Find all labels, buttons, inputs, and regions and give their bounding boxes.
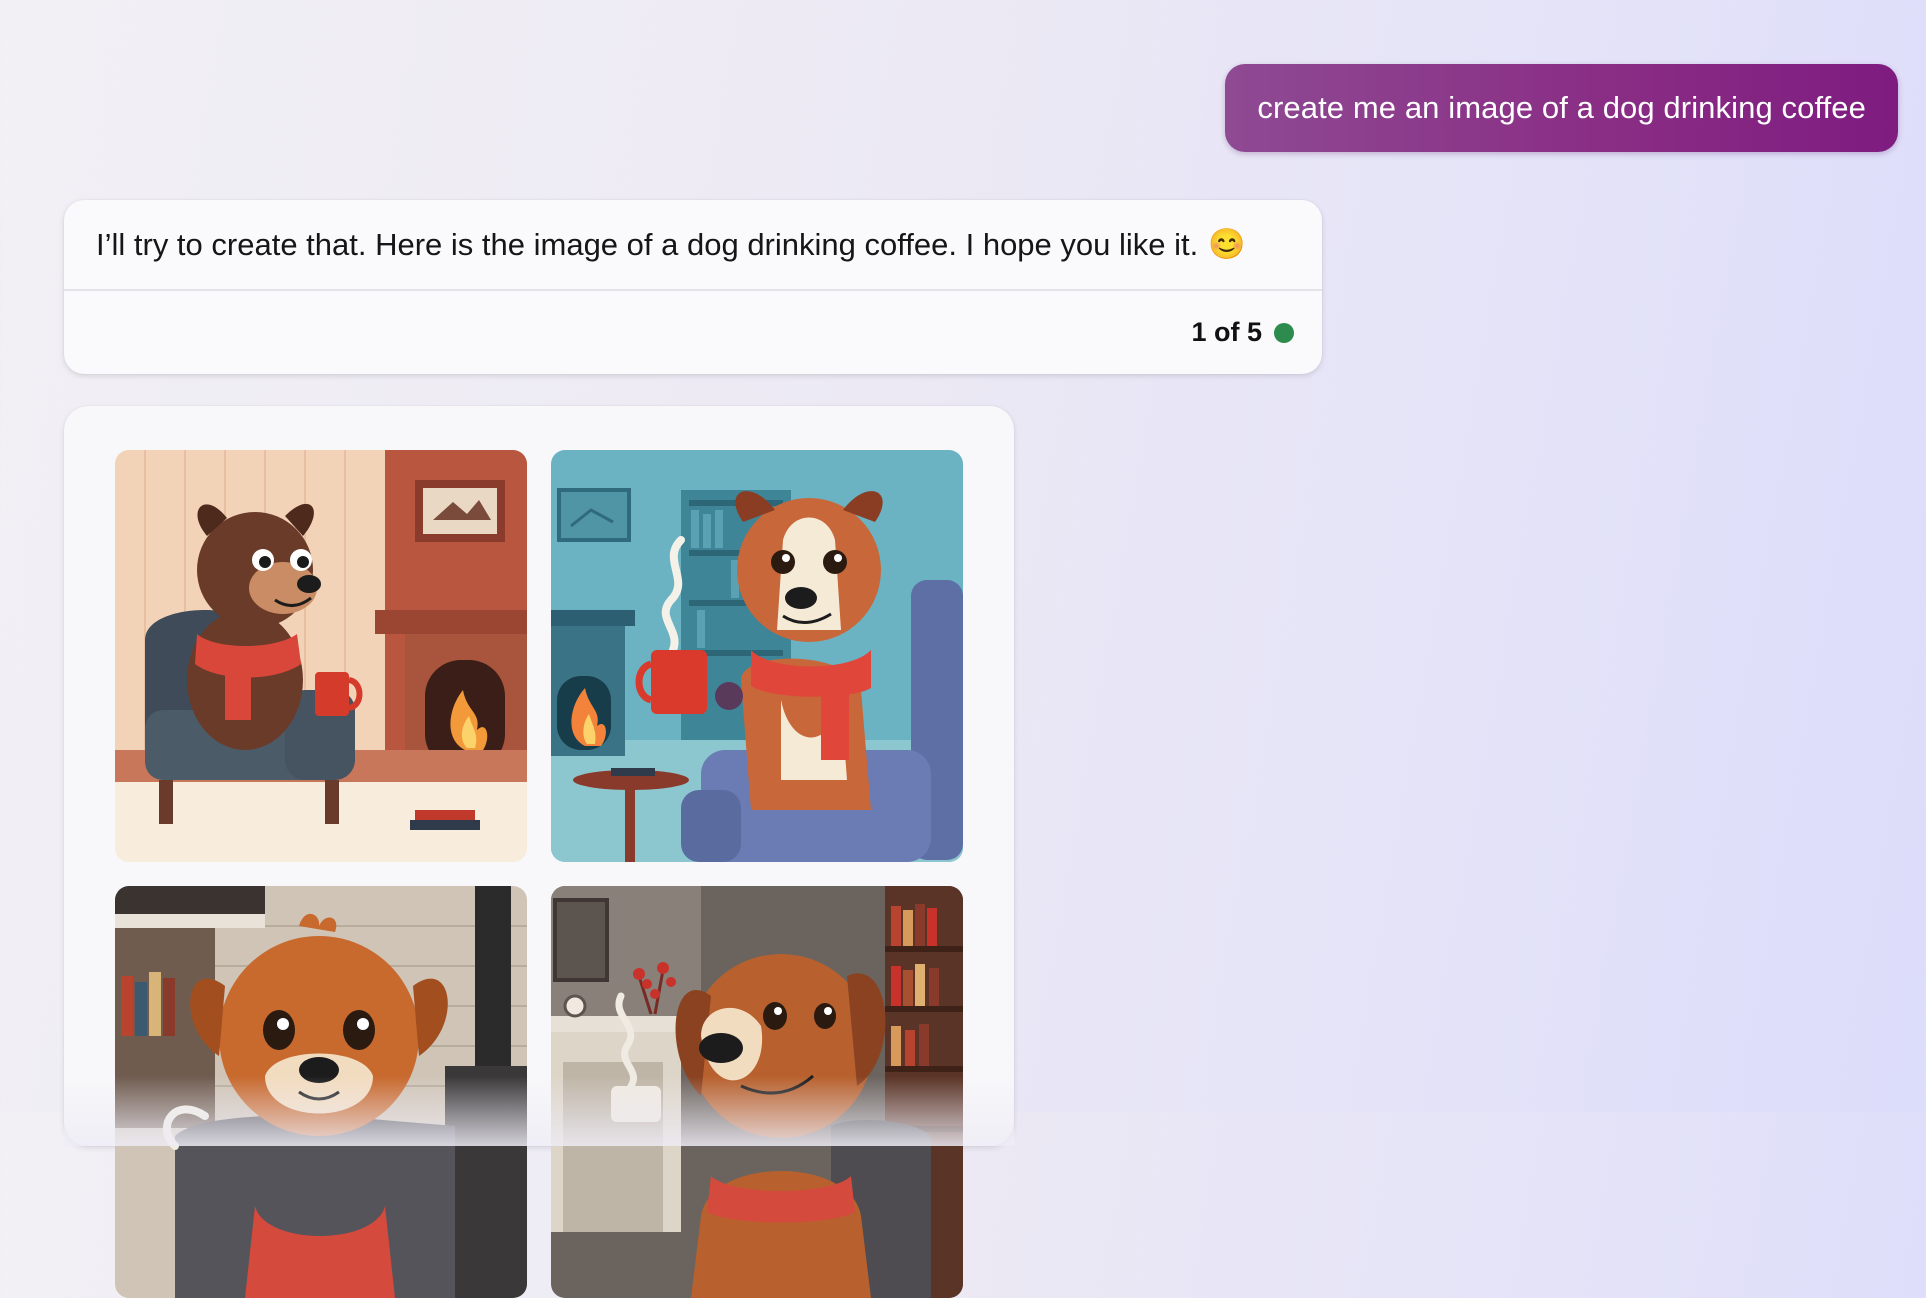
user-message-bubble: create me an image of a dog drinking cof… — [1225, 64, 1898, 152]
response-counter: 1 of 5 — [1191, 317, 1262, 347]
assistant-reply-text: I’ll try to create that. Here is the ima… — [96, 226, 1199, 262]
assistant-reply-card: I’ll try to create that. Here is the ima… — [64, 200, 1322, 374]
dog-fireplace-armchair-image — [115, 450, 527, 862]
dog-bookshelf-coffee-image — [551, 886, 963, 1298]
generated-image-3[interactable] — [115, 886, 527, 1298]
smiling-face-emoji-icon: 😊 — [1208, 227, 1246, 261]
assistant-reply-body: I’ll try to create that. Here is the ima… — [96, 200, 1246, 289]
generated-image-4[interactable] — [551, 886, 963, 1298]
generated-images-card — [64, 406, 1014, 1298]
generated-image-2[interactable] — [551, 450, 963, 862]
dog-teal-room-mug-image — [551, 450, 963, 862]
status-dot-icon — [1274, 322, 1294, 343]
user-message-text: create me an image of a dog drinking cof… — [1257, 90, 1866, 125]
generated-image-1[interactable] — [115, 450, 527, 862]
reply-footer: 1 of 5 — [1191, 291, 1294, 374]
dog-brick-stove-image — [115, 886, 527, 1298]
reply-divider — [64, 289, 1322, 291]
